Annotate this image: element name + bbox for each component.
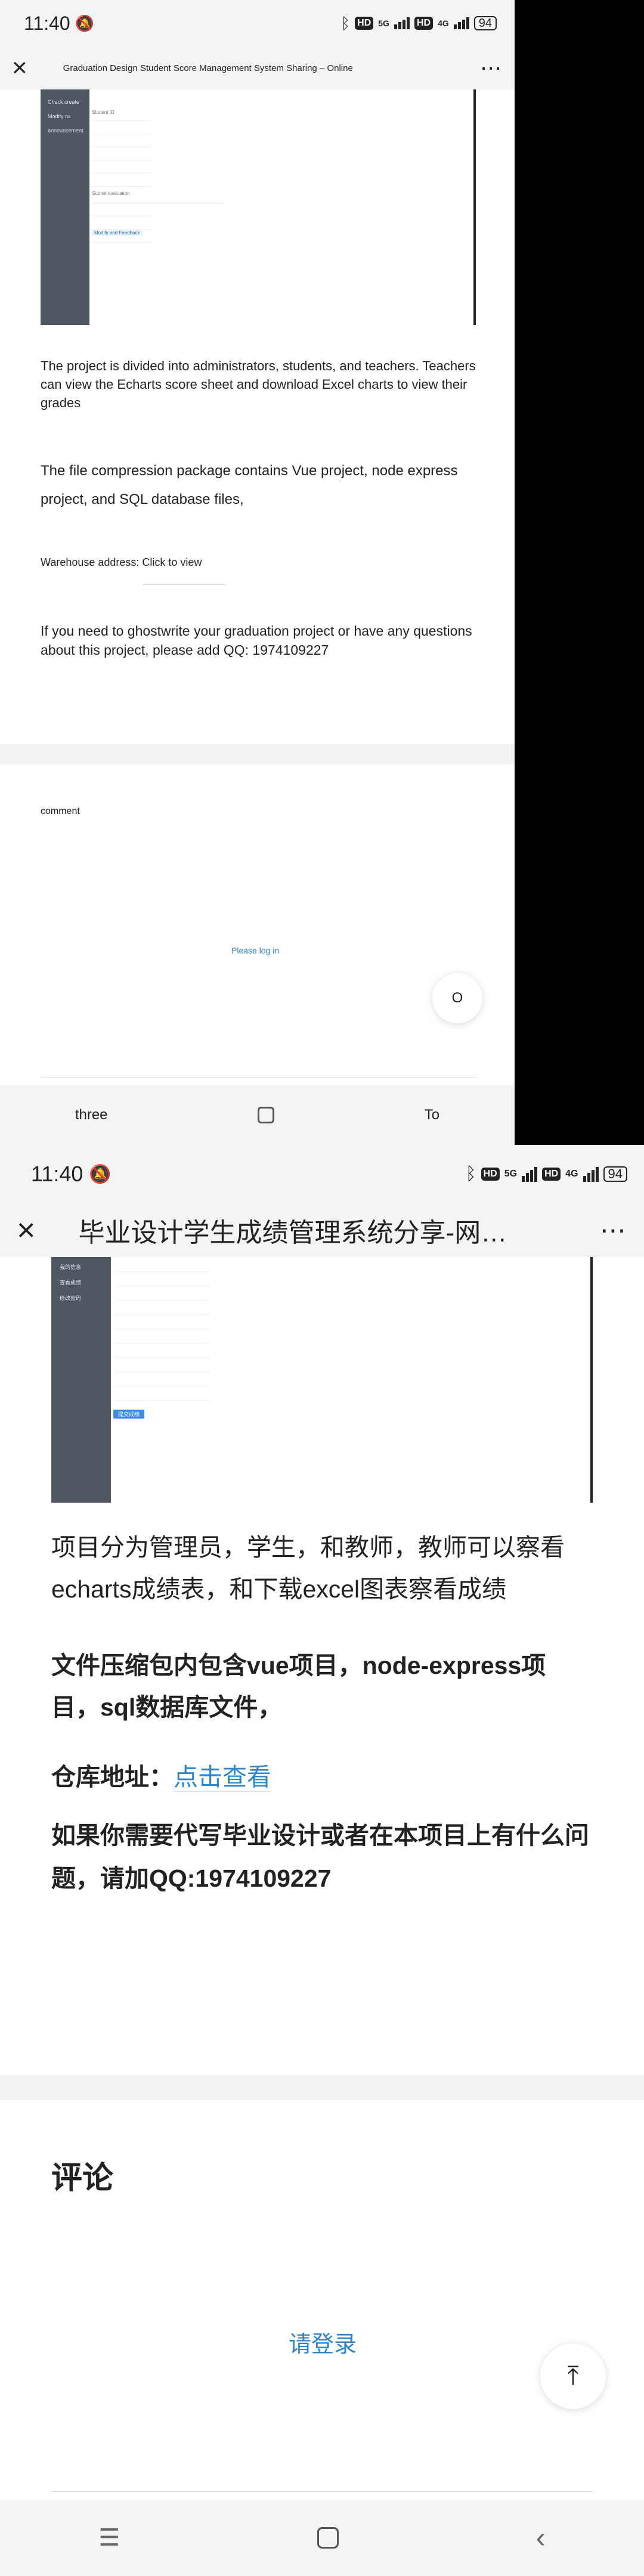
- bluetooth-icon: ᛒ: [340, 14, 351, 32]
- link-underline: [143, 584, 227, 585]
- paragraph-package: 文件压缩包内包含vue项目，node-express项目，sql数据库文件，: [51, 1652, 546, 1721]
- image-row: [92, 120, 151, 121]
- paragraph-package: The file compression package contains Vu…: [41, 463, 458, 507]
- hd-icon: HD: [355, 17, 374, 30]
- clock: 11:40: [24, 12, 70, 34]
- image-button: 提交成绩: [113, 1410, 145, 1419]
- image-button: Modify and Feedback: [92, 230, 143, 236]
- home-button[interactable]: [258, 1107, 275, 1123]
- menu-button[interactable]: three: [75, 1107, 108, 1123]
- section-divider: [0, 744, 515, 764]
- system-nav-bar: three To: [0, 1085, 515, 1145]
- nav-bar: × Graduation Design Student Score Manage…: [0, 47, 515, 89]
- hd-icon-2: HD: [542, 1168, 561, 1181]
- chinese-screenshot: 11:40 🔕 ᛒ HD 5G HD 4G 94 × 毕业设计学生成绩管理系统分…: [0, 1145, 644, 2576]
- paragraph-qq: If you need to ghostwrite your graduatio…: [41, 623, 472, 658]
- system-nav-bar: ☰ ‹: [0, 2500, 644, 2576]
- status-bar: 11:40 🔕 ᛒ HD 5G HD 4G 94: [0, 1145, 644, 1203]
- back-button[interactable]: To: [425, 1107, 439, 1123]
- image-row: [113, 1357, 209, 1358]
- image-text: Submit evaluation: [92, 191, 130, 196]
- status-bar: 11:40 🔕 ᛒ HD 5G HD 4G 94: [0, 0, 515, 47]
- image-sidebar-item: 我的信息: [60, 1264, 82, 1270]
- network-4g: 4G: [565, 1169, 578, 1179]
- image-text: Student ID: [92, 110, 114, 115]
- paragraph-qq: 如果你需要代写毕业设计或者在本项目上有什么问题，请加QQ:1974109227: [51, 1822, 589, 1892]
- divider: [51, 2491, 593, 2492]
- network-5g: 5G: [378, 18, 389, 28]
- image-sidebar: [41, 89, 89, 325]
- mute-bell-icon: 🔕: [89, 1164, 112, 1184]
- warehouse-line: 仓库地址：点击查看: [51, 1759, 271, 1795]
- close-icon[interactable]: ×: [12, 55, 27, 81]
- comment-heading: comment: [41, 806, 80, 816]
- image-sidebar-item: 查看成绩: [60, 1280, 82, 1286]
- back-to-top-button[interactable]: ⤒: [540, 2343, 606, 2409]
- more-icon[interactable]: ⋯: [480, 55, 503, 80]
- divider: [41, 1077, 476, 1078]
- page-title: 毕业设计学生成绩管理系统分享-网…: [78, 1218, 507, 1247]
- home-button[interactable]: [317, 2527, 339, 2549]
- menu-icon[interactable]: ☰: [98, 2524, 120, 2552]
- image-row: [113, 1271, 209, 1272]
- warehouse-link[interactable]: 点击查看: [174, 1763, 271, 1792]
- more-icon[interactable]: ⋯: [600, 1215, 627, 1246]
- image-row: [113, 1314, 209, 1315]
- image-row: [92, 229, 151, 230]
- mute-bell-icon: 🔕: [75, 14, 95, 32]
- back-icon[interactable]: ‹: [536, 2522, 546, 2555]
- image-row: [113, 1400, 209, 1401]
- bluetooth-icon: ᛒ: [465, 1164, 476, 1184]
- section-divider: [0, 2075, 644, 2100]
- warehouse-label: 仓库地址：: [51, 1763, 174, 1791]
- warehouse-line[interactable]: Warehouse address: Click to view: [41, 556, 202, 569]
- image-row: [113, 1300, 209, 1301]
- network-4g: 4G: [438, 18, 449, 28]
- hd-icon: HD: [481, 1168, 500, 1181]
- nav-bar: × 毕业设计学生成绩管理系统分享-网… ⋯: [0, 1203, 644, 1257]
- paragraph-roles: 项目分为管理员，学生，和教师，教师可以察看echarts成绩表，和下载excel…: [51, 1534, 565, 1603]
- network-5g: 5G: [504, 1169, 518, 1179]
- back-to-top-button[interactable]: O: [432, 973, 482, 1023]
- image-row: [92, 242, 151, 243]
- clock: 11:40: [31, 1162, 83, 1186]
- warehouse-text[interactable]: Warehouse address: Click to view: [41, 556, 202, 568]
- image-row: [113, 1371, 209, 1372]
- signal-icon-2: [453, 17, 469, 29]
- status-icons: ᛒ HD 5G HD 4G 94: [341, 14, 497, 33]
- login-link[interactable]: 请登录: [289, 2326, 357, 2358]
- signal-icon: [522, 1166, 538, 1182]
- page-title: Graduation Design Student Score Manageme…: [63, 63, 353, 73]
- status-icons: ᛒ HD 5G HD 4G 94: [466, 1164, 627, 1184]
- article-image: 我的信息 查看成绩 修改密码 提交成绩: [51, 1257, 593, 1503]
- image-text: announcement: [48, 128, 83, 134]
- article-image: Check create Modify ru announcement Stud…: [41, 89, 476, 325]
- image-row: [92, 173, 151, 174]
- close-icon[interactable]: ×: [17, 1214, 36, 1246]
- image-text: Check create: [48, 99, 80, 105]
- paragraph-roles: The project is divided into administrato…: [41, 358, 476, 410]
- signal-icon: [394, 17, 410, 29]
- hd-icon-2: HD: [414, 17, 434, 30]
- image-sidebar-item: 修改密码: [60, 1295, 82, 1301]
- comment-heading: 评论: [51, 2161, 114, 2196]
- english-screenshot: 11:40 🔕 ᛒ HD 5G HD 4G 94 × Graduation De…: [0, 0, 515, 1145]
- battery-icon: 94: [603, 1166, 627, 1182]
- login-link[interactable]: Please log in: [231, 946, 279, 955]
- signal-icon-2: [583, 1166, 599, 1182]
- battery-icon: 94: [473, 16, 497, 30]
- image-row: [92, 186, 151, 187]
- image-text: Modify ru: [48, 113, 70, 119]
